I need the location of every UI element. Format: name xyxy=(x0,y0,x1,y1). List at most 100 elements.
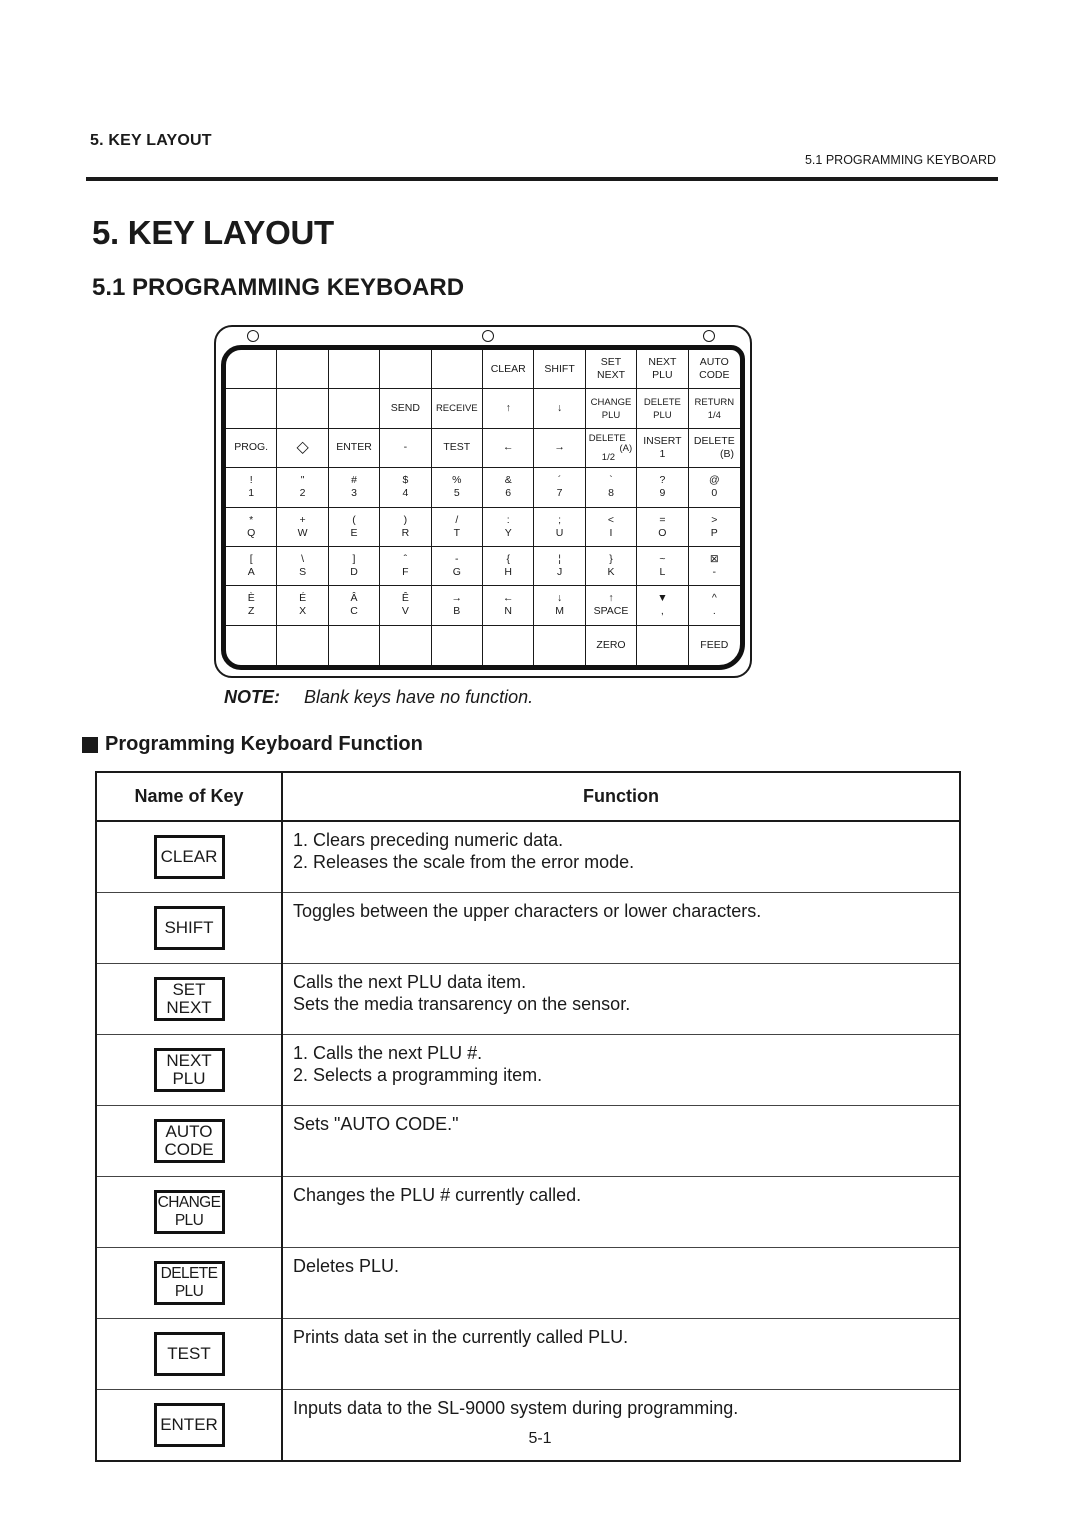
keyboard-blank-key[interactable] xyxy=(329,625,381,665)
keyboard-key-z[interactable]: ÈZ xyxy=(226,586,278,626)
keyboard-key[interactable]: ^. xyxy=(688,586,740,626)
key-label-bottom: ZERO xyxy=(596,638,626,651)
key-label-bottom: PLU xyxy=(601,409,621,421)
keyboard-key-8[interactable]: ` 8 xyxy=(585,468,638,508)
keyboard-key[interactable]: - xyxy=(380,428,432,469)
keyboard-key-x[interactable]: ÉX xyxy=(277,586,329,626)
keyboard-key-t[interactable]: / T xyxy=(431,507,483,547)
keyboard-key-r[interactable]: ) R xyxy=(380,507,432,547)
keyboard-blank-key[interactable] xyxy=(277,625,329,665)
key-label-bottom: W xyxy=(297,526,308,539)
keyboard-key-a[interactable]: [A xyxy=(226,546,278,587)
keyboard-key-delete-1-2[interactable]: DELETE (A) 1/2 xyxy=(585,428,638,469)
keyboard-key-q[interactable]: * Q xyxy=(226,507,278,547)
keyboard-key-set-next[interactable]: SET NEXT xyxy=(585,350,638,390)
keyboard-key[interactable]: → xyxy=(534,428,586,469)
keyboard-key[interactable]: ◇ xyxy=(277,428,329,469)
keyboard-key-shift[interactable]: SHIFT xyxy=(534,350,586,390)
note-text: Blank keys have no function. xyxy=(304,687,534,707)
keyboard-key-3[interactable]: #3 xyxy=(328,468,381,508)
function-line: 1. Clears preceding numeric data. xyxy=(293,830,564,850)
function-line: Sets the media transarency on the sensor… xyxy=(293,994,631,1014)
keyboard-key-clear[interactable]: CLEAR xyxy=(483,350,535,390)
key-label-top: ^ xyxy=(711,592,717,605)
keyboard-key-f[interactable]: ˆF xyxy=(380,546,432,587)
table-row: NEXT PLU 1. Calls the next PLU #. 2. Select… xyxy=(96,1034,960,1106)
keyboard-key-j[interactable]: ¦ J xyxy=(534,546,586,587)
keyboard-key-0[interactable]: @0 xyxy=(688,468,740,508)
keyboard-key-insert-1[interactable]: INSERT 1 xyxy=(637,428,689,469)
function-line: Deletes PLU. xyxy=(293,1256,400,1276)
keyboard-key-space[interactable]: ↑ SPACE xyxy=(585,586,638,626)
keyboard-key-delete-b[interactable]: DELETE (B) xyxy=(688,429,740,469)
keyboard-key-m[interactable]: ↓ M xyxy=(534,586,586,626)
keyboard-key[interactable]: ↑ xyxy=(483,389,535,429)
keyboard-blank-key[interactable] xyxy=(226,625,278,665)
keyboard-key-auto-code[interactable]: AUTO CODE xyxy=(688,350,740,390)
keyboard-blank-key[interactable] xyxy=(431,350,483,390)
keyboard-blank-key[interactable] xyxy=(534,625,586,665)
keyboard-blank-key[interactable] xyxy=(277,389,329,429)
keyboard-key-i[interactable]: < I xyxy=(585,507,638,547)
keyboard-key-change-plu[interactable]: CHANGE PLU xyxy=(585,389,638,429)
keyboard-blank-key[interactable] xyxy=(277,350,329,390)
keyboard-key[interactable]: ↓ xyxy=(534,389,586,429)
keyboard-key-2[interactable]: " 2 xyxy=(277,468,329,508)
keyboard-blank-key[interactable] xyxy=(328,350,381,390)
keyboard-key-next-plu[interactable]: NEXT PLU xyxy=(637,350,689,390)
keyboard-key-u[interactable]: ; U xyxy=(534,507,586,547)
keyboard-key-o[interactable]: = O xyxy=(637,507,689,547)
keyboard-blank-key[interactable] xyxy=(380,625,432,665)
key-label-top: # xyxy=(351,474,357,487)
keyboard-key-feed[interactable]: FEED xyxy=(689,626,740,665)
keyboard-key-return-1-4[interactable]: RETURN 1/4 xyxy=(688,389,740,429)
keyboard-key[interactable]: ▼, xyxy=(637,586,689,626)
keyboard-key-test[interactable]: TEST xyxy=(431,428,483,469)
keyboard-blank-key[interactable] xyxy=(483,625,535,665)
keyboard-key-l[interactable]: ~ L xyxy=(637,546,689,587)
keyboard-key-1[interactable]: ! 1 xyxy=(226,468,278,508)
keyboard-blank-key[interactable] xyxy=(226,350,278,390)
keyboard-blank-key[interactable] xyxy=(226,389,278,429)
keyboard-key-s[interactable]: \ S xyxy=(277,546,329,587)
function-description: Deletes PLU. xyxy=(282,1247,960,1319)
keyboard-key-w[interactable]: + W xyxy=(277,507,329,547)
keyboard-key[interactable]: ← xyxy=(483,428,535,469)
keyboard-key-d[interactable]: ] D xyxy=(328,546,381,587)
keyboard-key-c[interactable]: ÂC xyxy=(328,586,381,626)
keyboard-key-n[interactable]: ← N xyxy=(483,586,535,626)
key-label-bottom: , xyxy=(660,605,664,618)
keyboard-key-prog[interactable]: PROG. xyxy=(226,428,278,469)
keyboard-key-g[interactable]: -G xyxy=(431,546,483,587)
key-label-top: ← xyxy=(502,592,514,605)
keyboard-blank-key[interactable] xyxy=(328,389,381,429)
keyboard-key-4[interactable]: $4 xyxy=(380,468,432,508)
keyboard-key-9[interactable]: ? 9 xyxy=(637,468,689,508)
key-label-top: É xyxy=(299,592,307,605)
keyboard-key-7[interactable]: ´ 7 xyxy=(534,468,586,508)
keyboard-key-k[interactable]: } K xyxy=(585,546,638,587)
keycap-next-plu: NEXT PLU xyxy=(153,1048,225,1092)
keycap-label: SET xyxy=(172,980,206,999)
keyboard-key-receive[interactable]: RECEIVE xyxy=(431,389,483,429)
keycap-delete-plu: DELETE PLU xyxy=(153,1261,225,1305)
keyboard-key[interactable]: ⊠ - xyxy=(688,547,740,587)
keyboard-key-6[interactable]: & 6 xyxy=(483,468,535,508)
key-label-bottom: 3 xyxy=(351,487,357,500)
keyboard-key-h[interactable]: {H xyxy=(483,546,535,587)
keyboard-blank-key[interactable] xyxy=(637,625,689,665)
keyboard-key-5[interactable]: % 5 xyxy=(431,468,483,508)
keyboard-key-y[interactable]: :Y xyxy=(483,507,535,547)
keyboard-key-b[interactable]: → B xyxy=(431,586,483,626)
key-label-bottom: U xyxy=(555,526,564,539)
keyboard-key-e[interactable]: (E xyxy=(328,507,381,547)
keyboard-key-zero[interactable]: ZERO xyxy=(586,625,638,665)
keyboard-blank-key[interactable] xyxy=(432,625,483,665)
keyboard-key-enter[interactable]: ENTER xyxy=(328,428,381,469)
keyboard-key-send[interactable]: SEND xyxy=(380,389,432,429)
keyboard-blank-key[interactable] xyxy=(380,350,432,390)
keyboard-key-delete-plu[interactable]: DELETE PLU xyxy=(637,389,689,429)
keyboard-key-v[interactable]: ÊV xyxy=(380,586,432,626)
keyboard-key-p[interactable]: > P xyxy=(688,508,740,547)
key-label-top: ´ xyxy=(557,474,562,487)
